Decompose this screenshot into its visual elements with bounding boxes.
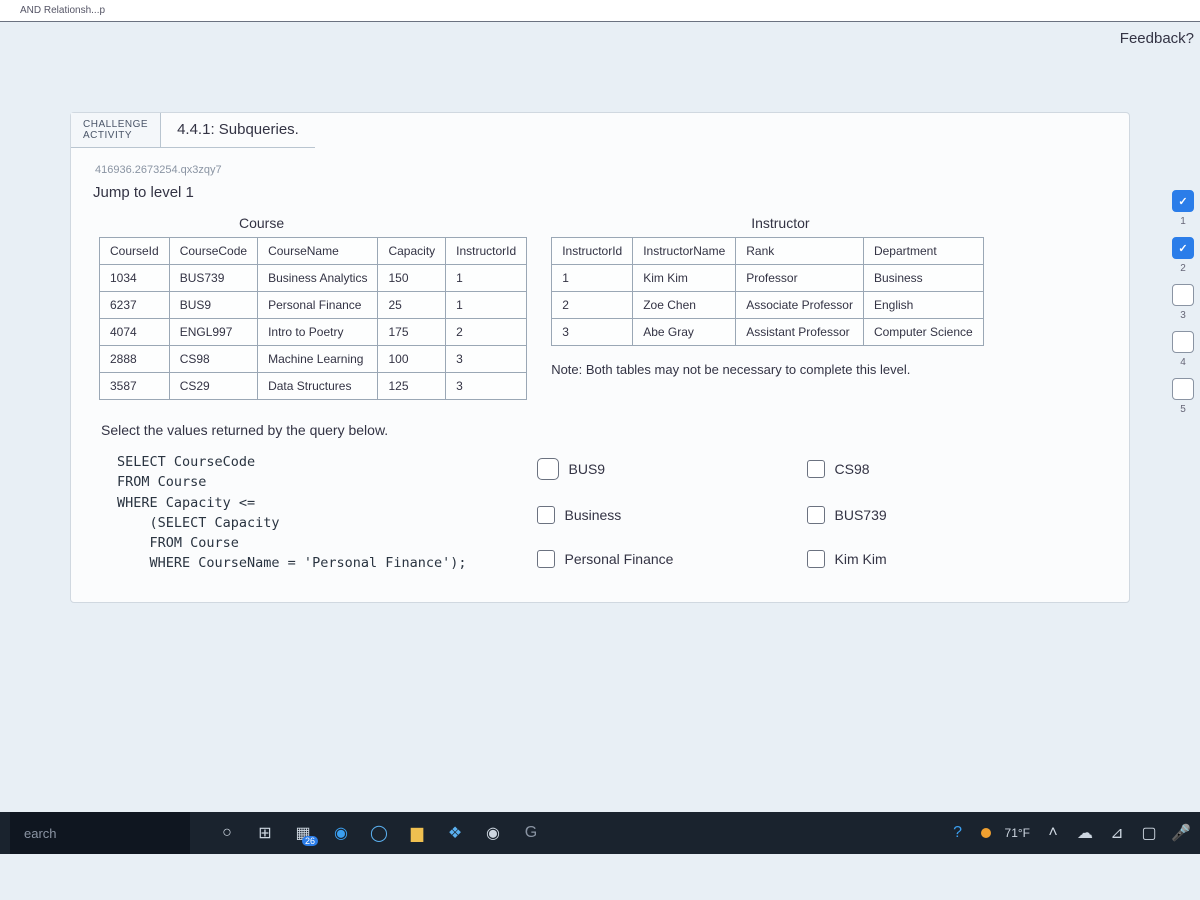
store-icon[interactable]: ▦ [294,824,312,842]
step-4-label: 4 [1180,357,1186,368]
explorer-icon[interactable]: ▆ [408,824,426,842]
badge-line2: ACTIVITY [83,130,148,141]
step-2-label: 2 [1180,263,1186,274]
th: InstructorId [446,238,527,265]
feedback-link[interactable]: Feedback? [1120,30,1194,47]
option-label: BUS739 [835,507,887,523]
windows-taskbar[interactable]: earch ○ ⊞ ▦ ◉ ◯ ▆ ❖ ◉ G ? 71°F ˄ ☁ ⊿ ▢ 🎤 [0,812,1200,854]
jump-link[interactable]: Jump to level 1 [93,184,1129,201]
table-row: 2Zoe ChenAssociate ProfessorEnglish [552,292,984,319]
option-label: Business [565,507,622,523]
step-5-label: 5 [1180,404,1186,415]
step-1-label: 1 [1180,216,1186,227]
checkbox-bus9[interactable] [537,458,559,480]
checkbox-bus739[interactable] [807,506,825,524]
step-5[interactable] [1172,378,1194,400]
taskbar-search[interactable]: earch [10,812,190,854]
activity-title: 4.4.1: Subqueries. [161,113,315,148]
step-3-label: 3 [1180,310,1186,321]
th: CourseName [258,238,378,265]
checkbox-cs98[interactable] [807,460,825,478]
table-note: Note: Both tables may not be necessary t… [551,362,910,377]
edge-icon[interactable]: ◉ [332,824,350,842]
checkbox-business[interactable] [537,506,555,524]
table-row: 3Abe GrayAssistant ProfessorComputer Sci… [552,319,984,346]
cortana-icon[interactable]: ○ [218,824,236,842]
th: InstructorName [633,238,736,265]
instructor-table: InstructorId InstructorName Rank Departm… [551,237,984,346]
help-icon[interactable]: ? [949,824,967,842]
progress-steps: ✓ 1 ✓ 2 3 4 5 [1172,190,1194,415]
option-label: Personal Finance [565,551,674,567]
badge-line1: CHALLENGE [83,119,148,130]
chrome-icon[interactable]: ◉ [484,824,502,842]
th: Capacity [378,238,446,265]
th: Rank [736,238,864,265]
dropbox-icon[interactable]: ❖ [446,824,464,842]
step-3[interactable] [1172,284,1194,306]
wifi-icon[interactable]: ⊿ [1108,824,1126,842]
cloud-icon[interactable]: ☁ [1076,824,1094,842]
option-label: BUS9 [569,461,606,477]
battery-icon[interactable]: ▢ [1140,824,1158,842]
option-label: Kim Kim [835,551,887,567]
th: Department [863,238,983,265]
activity-badge: CHALLENGE ACTIVITY [71,113,161,148]
option-label: CS98 [835,461,870,477]
breadcrumb-text: AND Relationsh...p [20,5,105,16]
table-row: 6237BUS9Personal Finance251 [100,292,527,319]
app-icon[interactable]: G [522,824,540,842]
step-4[interactable] [1172,331,1194,353]
course-table-title: Course [239,215,284,231]
checkbox-personal-finance[interactable] [537,550,555,568]
step-2[interactable]: ✓ [1172,237,1194,259]
table-row: 2888CS98Machine Learning1003 [100,346,527,373]
activity-card: CHALLENGE ACTIVITY 4.4.1: Subqueries. 41… [70,112,1130,603]
table-row: 1Kim KimProfessorBusiness [552,265,984,292]
activity-hash: 416936.2673254.qx3zqy7 [95,164,1129,176]
table-row: 1034BUS739Business Analytics1501 [100,265,527,292]
table-row: 3587CS29Data Structures1253 [100,373,527,400]
browser-icon[interactable]: ◯ [370,824,388,842]
th: CourseId [100,238,170,265]
task-view-icon[interactable]: ⊞ [256,824,274,842]
chevron-up-icon[interactable]: ˄ [1044,824,1062,842]
th: InstructorId [552,238,633,265]
checkbox-kim-kim[interactable] [807,550,825,568]
mic-icon[interactable]: 🎤 [1172,824,1190,842]
weather-temp[interactable]: 71°F [1005,826,1030,840]
weather-icon [981,828,991,838]
th: CourseCode [169,238,257,265]
table-row: 4074ENGL997Intro to Poetry1752 [100,319,527,346]
instructor-table-title: Instructor [751,215,809,231]
course-table: CourseId CourseCode CourseName Capacity … [99,237,527,400]
step-1[interactable]: ✓ [1172,190,1194,212]
sql-query: SELECT CourseCode FROM Course WHERE Capa… [101,446,467,574]
question-prompt: Select the values returned by the query … [101,422,1129,438]
answer-options: BUS9 CS98 Business BUS739 Personal Finan… [537,446,987,574]
